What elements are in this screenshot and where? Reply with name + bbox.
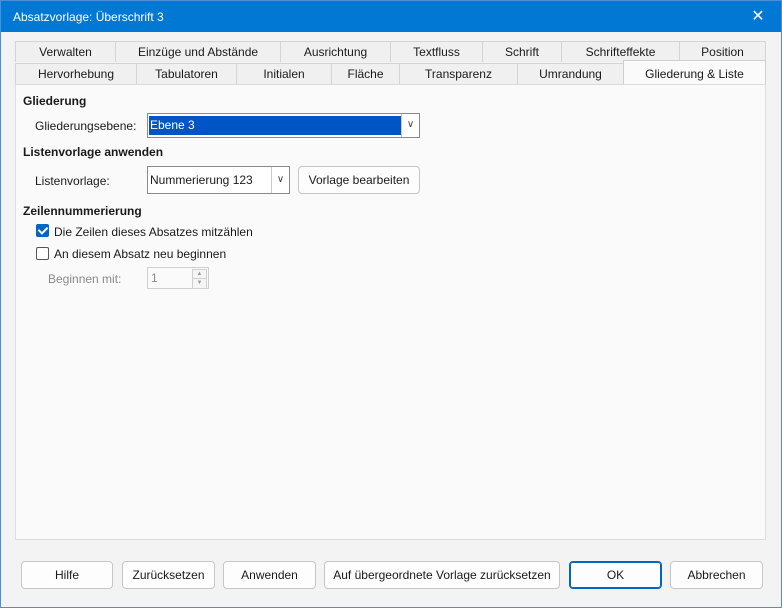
tab-hervorhebung[interactable]: Hervorhebung [15,63,136,84]
start-with-value: 1 [151,271,158,285]
section-gliederung-heading: Gliederung [23,94,87,108]
count-lines-checkbox[interactable] [36,224,49,237]
list-style-select[interactable]: Nummerierung 123 ∨ [147,166,290,194]
start-with-spinbox[interactable]: 1 ▲ ▼ [147,267,209,289]
reset-button[interactable]: Zurücksetzen [122,561,215,589]
start-with-label: Beginnen mit: [48,272,122,286]
title-bar: Absatzvorlage: Überschrift 3 ✕ [1,1,781,32]
tab-schrifteffekte[interactable]: Schrifteffekte [561,41,679,62]
tab-textfluss[interactable]: Textfluss [390,41,482,62]
tab-row-1: Verwalten Einzüge und Abstände Ausrichtu… [15,41,766,62]
tab-position[interactable]: Position [679,41,766,62]
list-style-value: Nummerierung 123 [150,173,253,187]
tab-transparenz[interactable]: Transparenz [399,63,517,84]
ok-button[interactable]: OK [569,561,662,589]
tab-schrift[interactable]: Schrift [482,41,561,62]
help-button[interactable]: Hilfe [21,561,113,589]
tab-ausrichtung[interactable]: Ausrichtung [280,41,390,62]
tab-einzuege-abstaende[interactable]: Einzüge und Abstände [115,41,280,62]
window-title: Absatzvorlage: Überschrift 3 [13,10,164,24]
dialog-window: Absatzvorlage: Überschrift 3 ✕ Verwalten… [0,0,782,608]
outline-level-label: Gliederungsebene: [35,119,137,133]
list-style-label: Listenvorlage: [35,174,110,188]
tab-flaeche[interactable]: Fläche [331,63,399,84]
section-listenvorlage-heading: Listenvorlage anwenden [23,145,164,159]
restart-numbering-label[interactable]: An diesem Absatz neu beginnen [54,247,226,261]
apply-button[interactable]: Anwenden [223,561,316,589]
close-icon[interactable]: ✕ [735,1,781,32]
outline-level-value: Ebene 3 [149,116,402,135]
outline-level-select[interactable]: Ebene 3 ∨ [147,113,420,138]
restart-numbering-checkbox[interactable] [36,247,49,260]
cancel-button[interactable]: Abbrechen [670,561,763,589]
chevron-down-icon[interactable]: ∨ [401,114,419,137]
tab-verwalten[interactable]: Verwalten [15,41,115,62]
section-zeilennummerierung-heading: Zeilennummerierung [23,204,142,218]
spin-down-icon[interactable]: ▼ [192,278,207,289]
tab-initialen[interactable]: Initialen [236,63,331,84]
reset-to-parent-button[interactable]: Auf übergeordnete Vorlage zurücksetzen [324,561,560,589]
edit-style-button[interactable]: Vorlage bearbeiten [298,166,420,194]
tab-row-2: Hervorhebung Tabulatoren Initialen Fläch… [15,60,766,84]
tab-gliederung-liste[interactable]: Gliederung & Liste [623,60,766,84]
tab-umrandung[interactable]: Umrandung [517,63,623,84]
chevron-down-icon[interactable]: ∨ [271,167,289,193]
tab-tabulatoren[interactable]: Tabulatoren [136,63,236,84]
count-lines-label[interactable]: Die Zeilen dieses Absatzes mitzählen [54,225,253,239]
